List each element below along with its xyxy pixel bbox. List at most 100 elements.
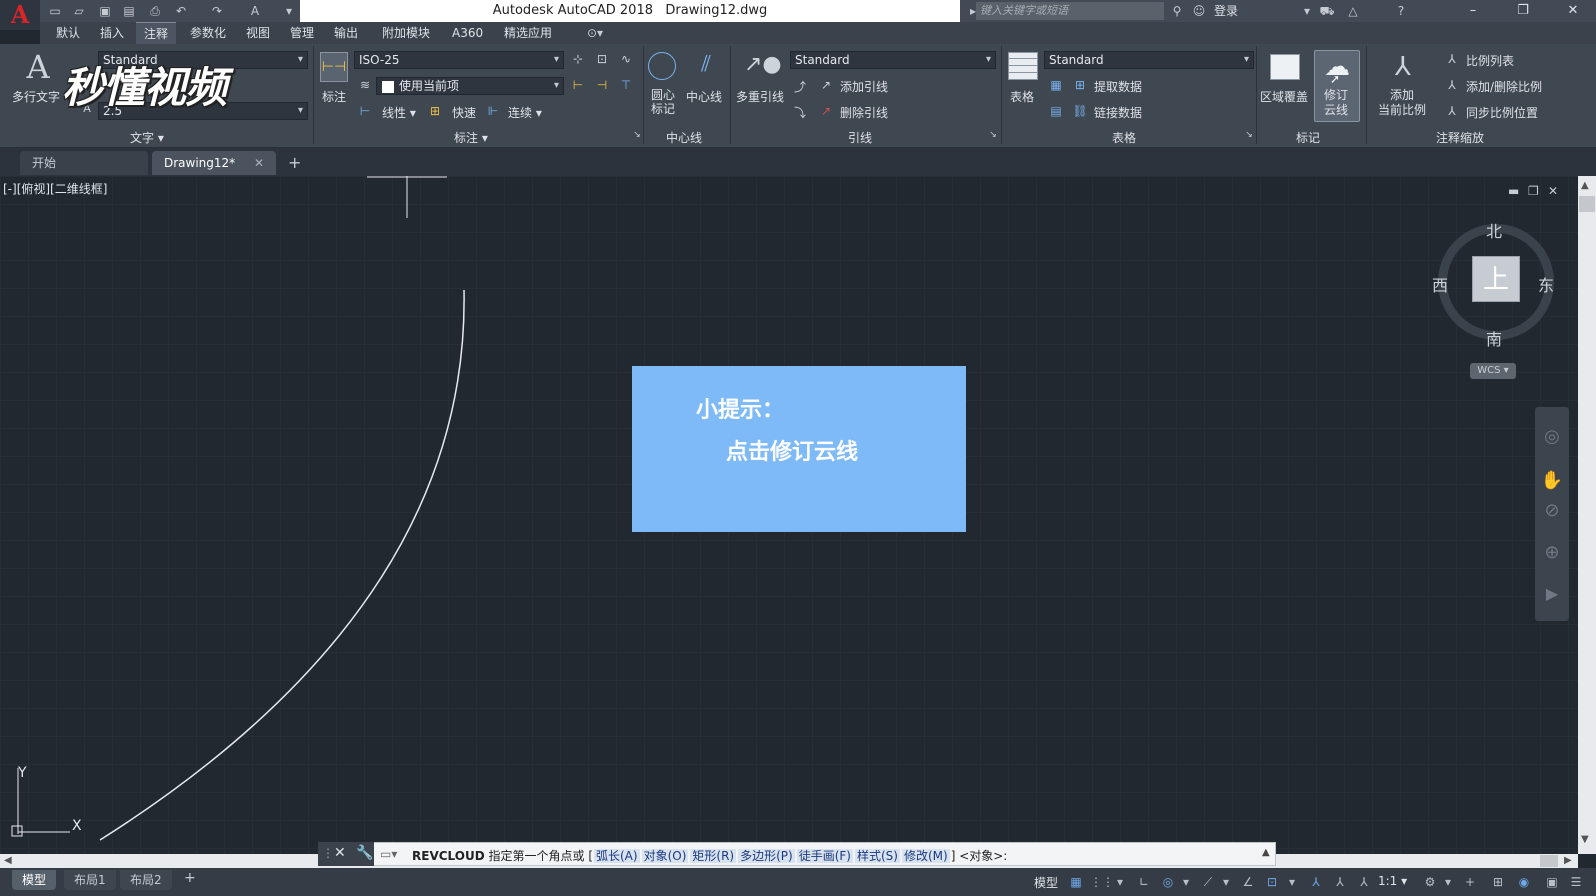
- collect-leader-icon[interactable]: ⤵: [792, 104, 808, 121]
- cmd-option-style[interactable]: 样式(S): [854, 849, 900, 863]
- linear-dimension-icon[interactable]: ⊢: [358, 104, 372, 118]
- new-file-icon[interactable]: ▭: [46, 3, 64, 19]
- cmd-option-arc-length[interactable]: 弧长(A): [594, 849, 640, 863]
- grid-display-icon[interactable]: ▦: [1066, 873, 1086, 891]
- tab-parametric[interactable]: 参数化: [182, 22, 234, 44]
- scale-list-icon[interactable]: ⅄: [1444, 52, 1460, 66]
- dimension-button[interactable]: 标注: [322, 88, 346, 105]
- add-current-scale-button[interactable]: 添加 当前比例: [1378, 88, 1426, 118]
- tab-insert[interactable]: 插入: [92, 22, 132, 44]
- save-as-icon[interactable]: ▤: [120, 3, 138, 19]
- vertical-scroll-thumb[interactable]: [1579, 196, 1595, 212]
- dim-update-icon[interactable]: ⊣: [594, 78, 610, 92]
- table-dialog-launcher-icon[interactable]: ↘: [1244, 130, 1254, 140]
- application-menu-button[interactable]: A: [0, 0, 40, 30]
- ribbon-display-toggle-icon[interactable]: ⊙▾: [586, 25, 604, 41]
- viewport-close-icon[interactable]: ✕: [1548, 184, 1558, 198]
- extract-data-button[interactable]: 提取数据: [1094, 78, 1142, 95]
- close-tab-icon[interactable]: ✕: [254, 151, 264, 175]
- quick-dimension-icon[interactable]: ⊞: [428, 104, 442, 118]
- a360-icon[interactable]: △: [1344, 3, 1362, 19]
- linear-dimension-button[interactable]: 线性 ▾: [382, 104, 416, 121]
- viewport-controls[interactable]: [-][俯视][二维线框]: [3, 180, 107, 197]
- compass-north[interactable]: 北: [1486, 218, 1502, 242]
- workspace-switching-icon[interactable]: ⚙: [1420, 873, 1440, 891]
- steering-wheel-icon[interactable]: ◎: [1540, 426, 1564, 447]
- vertical-scrollbar[interactable]: [1578, 176, 1596, 854]
- tab-a360[interactable]: A360: [444, 22, 491, 44]
- table-style-dropdown[interactable]: Standard: [1044, 51, 1254, 69]
- continue-dimension-button[interactable]: 连续 ▾: [508, 104, 542, 121]
- cmd-option-object[interactable]: 对象(O): [641, 849, 689, 863]
- scale-list-button[interactable]: 比例列表: [1466, 52, 1514, 69]
- tab-featured-apps[interactable]: 精选应用: [496, 22, 560, 44]
- table-export-icon[interactable]: ▤: [1048, 104, 1064, 118]
- centerline-button[interactable]: 中心线: [686, 88, 722, 105]
- minimize-button[interactable]: –: [1450, 0, 1496, 22]
- dimension-style-dropdown[interactable]: ISO-25: [354, 51, 564, 69]
- cart-icon[interactable]: ⛟: [1318, 3, 1336, 19]
- model-space-button[interactable]: 模型: [1034, 874, 1058, 891]
- revision-cloud-label[interactable]: 修订 云线: [1324, 88, 1348, 118]
- add-delete-scales-button[interactable]: 添加/删除比例: [1466, 78, 1542, 95]
- workspace-dropdown-icon[interactable]: ▾: [1438, 873, 1458, 891]
- command-close-icon[interactable]: ✕: [334, 845, 346, 861]
- new-tab-icon[interactable]: +: [288, 151, 301, 175]
- isodraft-dropdown-icon[interactable]: ▾: [1216, 873, 1236, 891]
- search-input[interactable]: 键入关键字或短语: [976, 2, 1164, 20]
- add-leader-icon[interactable]: ↗: [818, 78, 834, 92]
- zoom-extents-icon[interactable]: ⊘: [1540, 500, 1564, 521]
- dimension-layer-dropdown[interactable]: 使用当前项: [376, 77, 564, 95]
- orbit-icon[interactable]: ⊕: [1540, 542, 1564, 563]
- viewcube-top-face[interactable]: 上: [1472, 256, 1520, 302]
- command-grip-icon[interactable]: ⋮: [322, 846, 334, 860]
- dim-break-icon[interactable]: ⊡: [594, 52, 610, 66]
- dim-tolerance-icon[interactable]: ⊤: [618, 78, 634, 92]
- open-file-icon[interactable]: ▱: [70, 3, 88, 19]
- link-data-button[interactable]: 链接数据: [1094, 104, 1142, 121]
- auto-scale-icon[interactable]: ⅄: [1330, 873, 1350, 891]
- tab-addins[interactable]: 附加模块: [374, 22, 438, 44]
- undo-icon[interactable]: ↶: [172, 3, 190, 19]
- inspect-icon[interactable]: ∿: [618, 52, 634, 66]
- annotation-scale-icon[interactable]: ⅄: [1354, 873, 1374, 891]
- redo-icon[interactable]: ↷: [208, 3, 226, 19]
- dim-space-icon[interactable]: ⊹: [570, 52, 586, 66]
- centerline-icon[interactable]: ⫽: [692, 52, 720, 77]
- table-icon[interactable]: [1008, 52, 1038, 80]
- extract-data-icon[interactable]: ⊞: [1072, 78, 1088, 92]
- wcs-menu[interactable]: WCS ▾: [1470, 363, 1516, 379]
- isolate-objects-icon[interactable]: ◉: [1514, 873, 1534, 891]
- leader-style-dropdown[interactable]: Standard: [790, 51, 996, 69]
- sync-scale-positions-button[interactable]: 同步比例位置: [1466, 104, 1538, 121]
- object-snap-icon[interactable]: ⊡: [1262, 873, 1282, 891]
- compass-west[interactable]: 西: [1432, 272, 1448, 296]
- scroll-up-icon[interactable]: ▲: [1581, 180, 1589, 191]
- layout-tab-1[interactable]: 布局1: [64, 870, 116, 890]
- add-layout-icon[interactable]: +: [184, 870, 196, 886]
- remove-leader-icon[interactable]: ↗: [818, 104, 834, 118]
- tab-annotate[interactable]: 注释: [136, 22, 177, 44]
- wipeout-button[interactable]: 区域覆盖: [1260, 88, 1308, 105]
- ortho-mode-icon[interactable]: ∟: [1134, 873, 1154, 891]
- customize-toolbar-icon[interactable]: ▾: [280, 3, 298, 19]
- multileader-button[interactable]: 多重引线: [736, 88, 784, 105]
- snap-dropdown-icon[interactable]: ▾: [1110, 873, 1130, 891]
- restore-button[interactable]: ❐: [1500, 0, 1546, 22]
- compass-south[interactable]: 南: [1486, 326, 1502, 350]
- showmotion-icon[interactable]: ▶: [1540, 584, 1564, 603]
- tab-manage[interactable]: 管理: [282, 22, 322, 44]
- viewport-restore-icon[interactable]: ❐: [1528, 184, 1539, 198]
- snap-mode-icon[interactable]: ⋮⋮: [1090, 873, 1114, 891]
- object-snap-dropdown-icon[interactable]: ▾: [1282, 873, 1302, 891]
- binoculars-icon[interactable]: ⚲: [1168, 3, 1186, 19]
- compass-east[interactable]: 东: [1538, 272, 1554, 296]
- customization-menu-icon[interactable]: ☰: [1566, 873, 1586, 891]
- clean-screen-icon[interactable]: ▣: [1542, 873, 1562, 891]
- multiline-text-icon[interactable]: A: [22, 48, 54, 86]
- layout-tab-2[interactable]: 布局2: [120, 870, 172, 890]
- table-cell-icon[interactable]: ▦: [1048, 78, 1064, 92]
- remove-leader-button[interactable]: 删除引线: [840, 104, 888, 121]
- dimension-icon[interactable]: ⊢⊣: [320, 52, 348, 82]
- horizontal-scroll-thumb[interactable]: [1540, 855, 1558, 867]
